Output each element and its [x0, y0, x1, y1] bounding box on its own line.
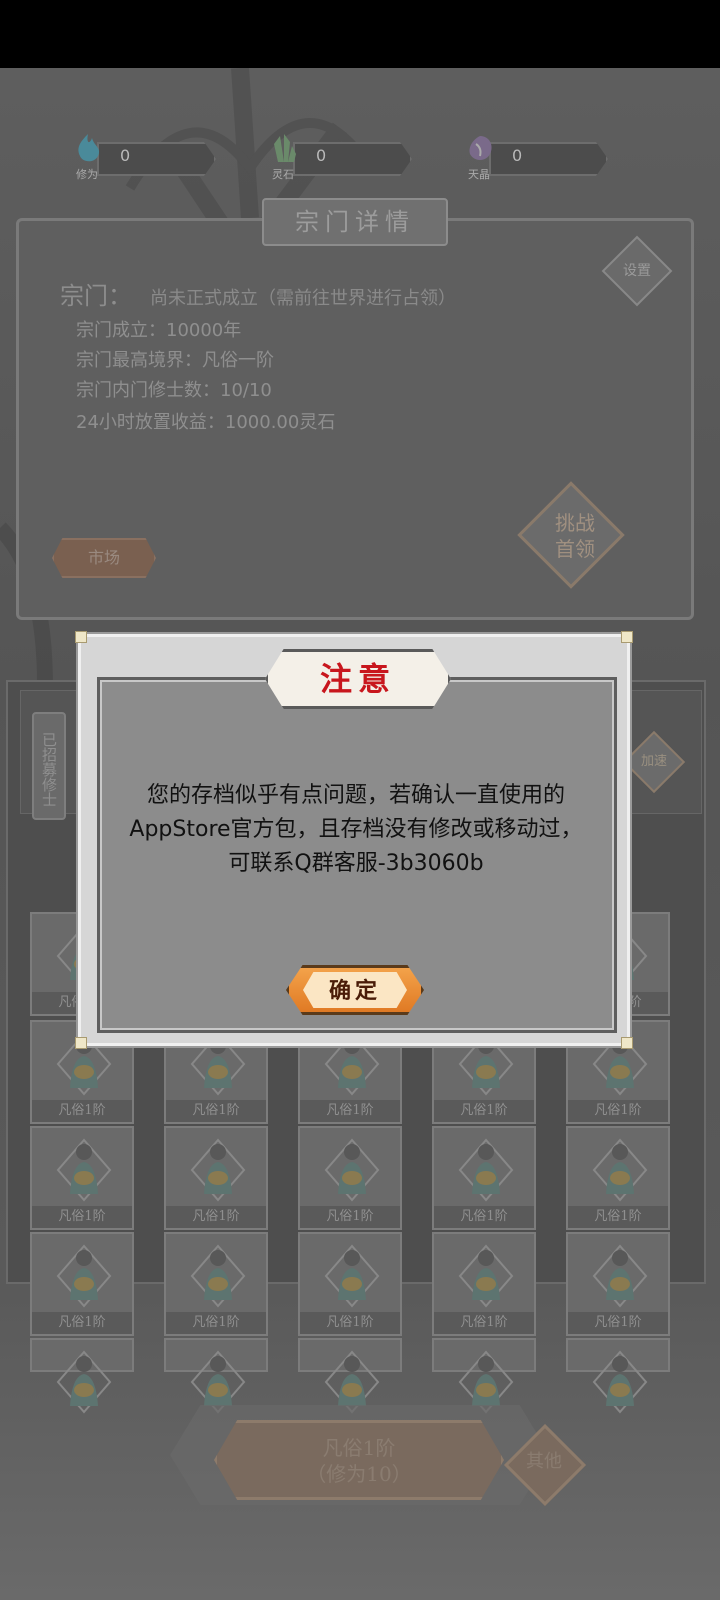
status-bar — [0, 0, 720, 68]
cultivator-figure-icon — [190, 1244, 246, 1308]
sect-label: 宗门： — [60, 282, 132, 310]
market-button[interactable]: 市场 — [52, 538, 156, 578]
cultivator-card[interactable] — [298, 1338, 402, 1414]
confirm-label: 确定 — [328, 978, 381, 1004]
cultivator-card[interactable] — [566, 1338, 670, 1414]
cultivator-realm-label: 凡俗1阶 — [300, 1100, 400, 1122]
cultivator-realm-label: 凡俗1阶 — [568, 1206, 668, 1228]
cultivator-card[interactable]: 凡俗1阶 — [164, 1232, 268, 1336]
cultivator-card[interactable]: 凡俗1阶 — [566, 1232, 670, 1336]
cultivator-card[interactable]: 凡俗1阶 — [30, 1126, 134, 1230]
cultivator-figure-icon — [592, 1244, 648, 1308]
cultivator-figure-icon — [592, 1350, 648, 1414]
recruited-tab[interactable]: 已招募修士 — [32, 712, 66, 820]
dialog-corner — [621, 1037, 633, 1049]
notice-title-plate: 注意 — [265, 649, 451, 709]
cultivator-realm-label: 凡俗1阶 — [568, 1312, 668, 1334]
cultivator-figure-icon — [324, 1138, 380, 1202]
cultivation-value: 0 — [120, 146, 131, 165]
cultivator-realm-label: 凡俗1阶 — [300, 1312, 400, 1334]
sect-highest-realm: 宗门最高境界：凡俗一阶 — [76, 350, 274, 371]
challenge-boss-label: 挑战 首领 — [555, 511, 595, 561]
dialog-corner — [621, 631, 633, 643]
spirit-stone-value: 0 — [316, 146, 327, 165]
cultivator-realm-label: 凡俗1阶 — [300, 1206, 400, 1228]
cultivator-figure-icon — [592, 1138, 648, 1202]
notice-message: 您的存档似乎有点问题，若确认一直使用的AppStore官方包，且存档没有修改或移… — [129, 783, 583, 876]
spirit-stone-resource: 0 灵石 — [268, 134, 412, 181]
cultivator-realm-label: 凡俗1阶 — [434, 1100, 534, 1122]
cultivation-label: 修为 — [76, 168, 98, 181]
sky-crystal-icon — [469, 136, 492, 160]
cultivator-card[interactable]: 凡俗1阶 — [30, 1232, 134, 1336]
dialog-corner — [75, 631, 87, 643]
cultivator-realm-label: 凡俗1阶 — [166, 1100, 266, 1122]
cultivator-realm-label: 凡俗1阶 — [434, 1206, 534, 1228]
cultivator-card[interactable]: 凡俗1阶 — [566, 1126, 670, 1230]
spirit-stone-label: 灵石 — [272, 168, 294, 181]
cultivator-card[interactable]: 凡俗1阶 — [432, 1126, 536, 1230]
notice-dialog: 注意 您的存档似乎有点问题，若确认一直使用的AppStore官方包，且存档没有修… — [75, 631, 633, 1049]
settings-label: 设置 — [623, 263, 651, 279]
cultivator-realm-label: 凡俗1阶 — [166, 1206, 266, 1228]
speed-up-label: 加速 — [640, 754, 667, 769]
cultivator-card[interactable]: 凡俗1阶 — [298, 1126, 402, 1230]
cultivator-card[interactable]: 凡俗1阶 — [432, 1232, 536, 1336]
cultivator-card[interactable]: 凡俗1阶 — [298, 1232, 402, 1336]
cultivator-realm-label: 凡俗1阶 — [166, 1312, 266, 1334]
cultivator-realm-label: 凡俗1阶 — [32, 1312, 132, 1334]
cultivator-card[interactable]: 凡俗1阶 — [164, 1126, 268, 1230]
sect-status: 尚未正式成立（需前往世界进行占领） — [150, 288, 456, 309]
cultivator-card[interactable] — [30, 1338, 134, 1414]
cultivator-figure-icon — [458, 1244, 514, 1308]
spirit-stone-crystal-icon — [274, 134, 296, 162]
sect-idle-income: 24小时放置收益：1000.00灵石 — [76, 412, 336, 433]
sky-crystal-resource: 0 天晶 — [464, 136, 608, 181]
cultivation-resource: 0 修为 — [72, 134, 216, 181]
sect-detail-title: 宗门详情 — [262, 198, 448, 246]
realm-breakthrough-button[interactable]: 凡俗1阶 （修为10） — [214, 1420, 504, 1500]
sky-crystal-value: 0 — [512, 146, 523, 165]
cultivator-card[interactable] — [432, 1338, 536, 1414]
cultivator-figure-icon — [458, 1138, 514, 1202]
cultivator-card[interactable] — [164, 1338, 268, 1414]
cultivator-realm-label: 凡俗1阶 — [32, 1100, 132, 1122]
confirm-button[interactable]: 确定 — [286, 965, 424, 1015]
realm-cultivation-cost: （修为10） — [306, 1462, 412, 1486]
sect-founded: 宗门成立：10000年 — [76, 320, 242, 341]
realm-level: 凡俗1阶 — [322, 1436, 396, 1460]
cultivator-figure-icon — [56, 1350, 112, 1414]
sect-disciple-count: 宗门内门修士数：10/10 — [76, 380, 272, 401]
dialog-corner — [75, 1037, 87, 1049]
cultivator-realm-label: 凡俗1阶 — [434, 1312, 534, 1334]
cultivator-figure-icon — [324, 1244, 380, 1308]
cultivator-figure-icon — [56, 1138, 112, 1202]
cultivator-realm-label: 凡俗1阶 — [568, 1100, 668, 1122]
notice-title: 注意 — [319, 660, 396, 698]
cultivator-figure-icon — [190, 1138, 246, 1202]
sky-crystal-label: 天晶 — [468, 168, 490, 181]
cultivator-realm-label: 凡俗1阶 — [32, 1206, 132, 1228]
cultivation-flame-icon — [78, 134, 100, 162]
other-label: 其他 — [526, 1451, 562, 1472]
cultivator-figure-icon — [56, 1244, 112, 1308]
